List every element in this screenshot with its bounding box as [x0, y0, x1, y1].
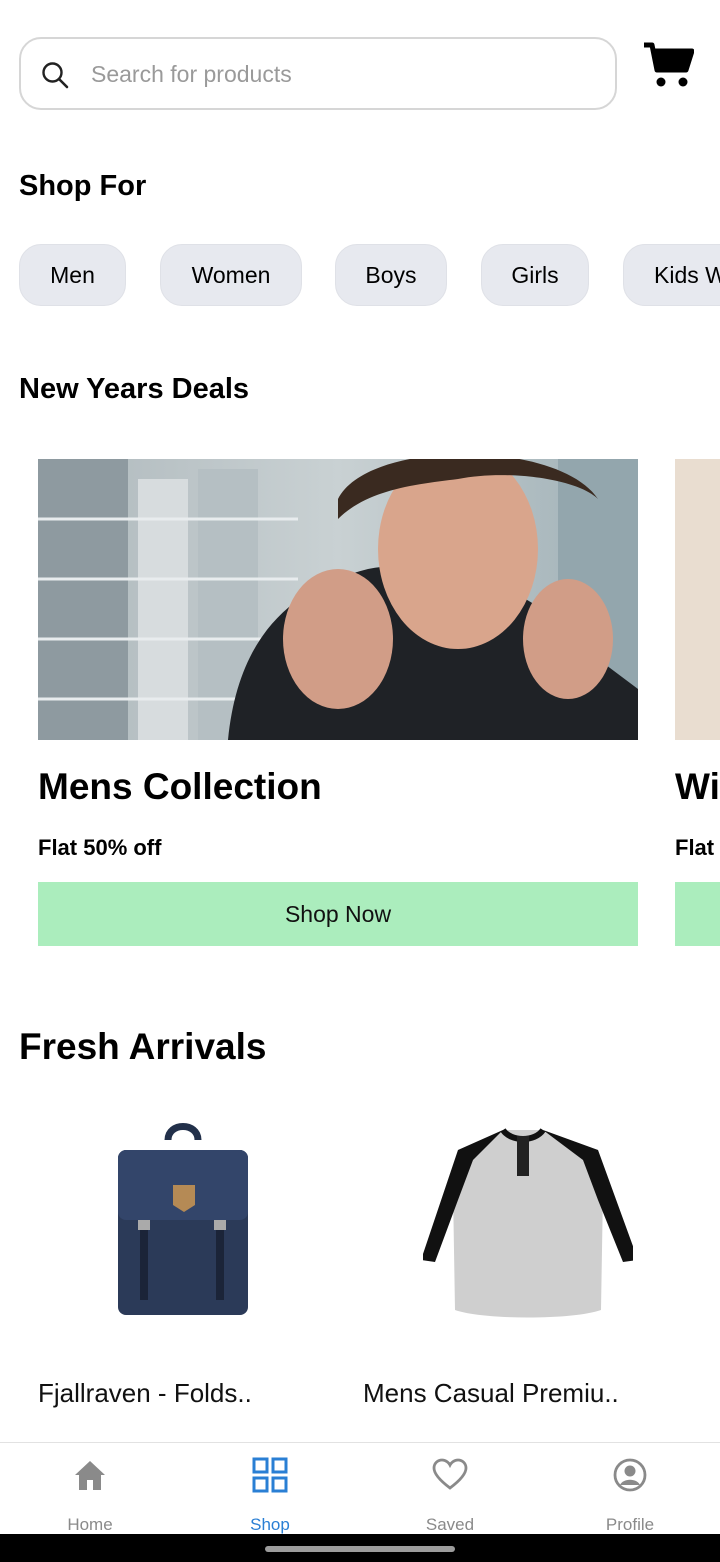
deal-image-next: [675, 459, 720, 740]
deal-subtitle: Flat 50% off: [38, 835, 162, 860]
deals-heading: New Years Deals: [19, 373, 250, 405]
nav-profile-label: Profile: [605, 1515, 655, 1534]
search-icon: [42, 62, 69, 89]
nav-home[interactable]: Home: [0, 1443, 180, 1535]
grid-icon: [252, 1457, 288, 1493]
search-input[interactable]: [89, 39, 593, 110]
deal-card-next[interactable]: Wi Flat: [675, 459, 720, 949]
deal-image[interactable]: [38, 459, 638, 740]
nav-shop-label: Shop: [250, 1515, 290, 1534]
shirt-image: [423, 1127, 633, 1318]
nav-profile[interactable]: Profile: [540, 1443, 720, 1535]
shop-now-button-next[interactable]: [675, 882, 720, 946]
home-indicator[interactable]: [265, 1546, 455, 1552]
backpack-image: [118, 1123, 248, 1315]
deal-title-next: Wi: [675, 766, 720, 807]
shop-for-heading: Shop For: [19, 170, 147, 202]
product-name: Fjallraven - Folds..: [38, 1378, 252, 1408]
product-name: Mens Casual Premiu..: [363, 1378, 619, 1408]
bottom-nav: Home Shop Saved Profile: [0, 1442, 720, 1535]
nav-saved[interactable]: Saved: [360, 1443, 540, 1535]
chip-girls[interactable]: Girls: [481, 244, 589, 306]
deal-subtitle-next: Flat: [675, 835, 715, 860]
fresh-arrivals-heading: Fresh Arrivals: [19, 1026, 267, 1067]
nav-shop[interactable]: Shop: [180, 1443, 360, 1535]
cart-icon[interactable]: [642, 40, 694, 90]
search-bar[interactable]: [19, 37, 617, 110]
category-chips: Men Women Boys Girls Kids W: [0, 244, 720, 308]
deal-title: Mens Collection: [38, 766, 322, 807]
product-card[interactable]: Mens Casual Premiu..: [363, 1110, 673, 1430]
chip-boys[interactable]: Boys: [335, 244, 447, 306]
chip-kids[interactable]: Kids W: [623, 244, 720, 306]
nav-saved-label: Saved: [425, 1515, 475, 1534]
chip-men[interactable]: Men: [19, 244, 126, 306]
nav-home-label: Home: [67, 1515, 113, 1534]
shop-now-button[interactable]: Shop Now: [38, 882, 638, 946]
deal-photo: [38, 459, 638, 740]
chip-women[interactable]: Women: [160, 244, 302, 306]
home-icon: [75, 1461, 105, 1490]
profile-icon: [613, 1458, 647, 1492]
heart-icon: [432, 1458, 468, 1490]
product-card[interactable]: Fjallraven - Folds..: [38, 1110, 348, 1430]
